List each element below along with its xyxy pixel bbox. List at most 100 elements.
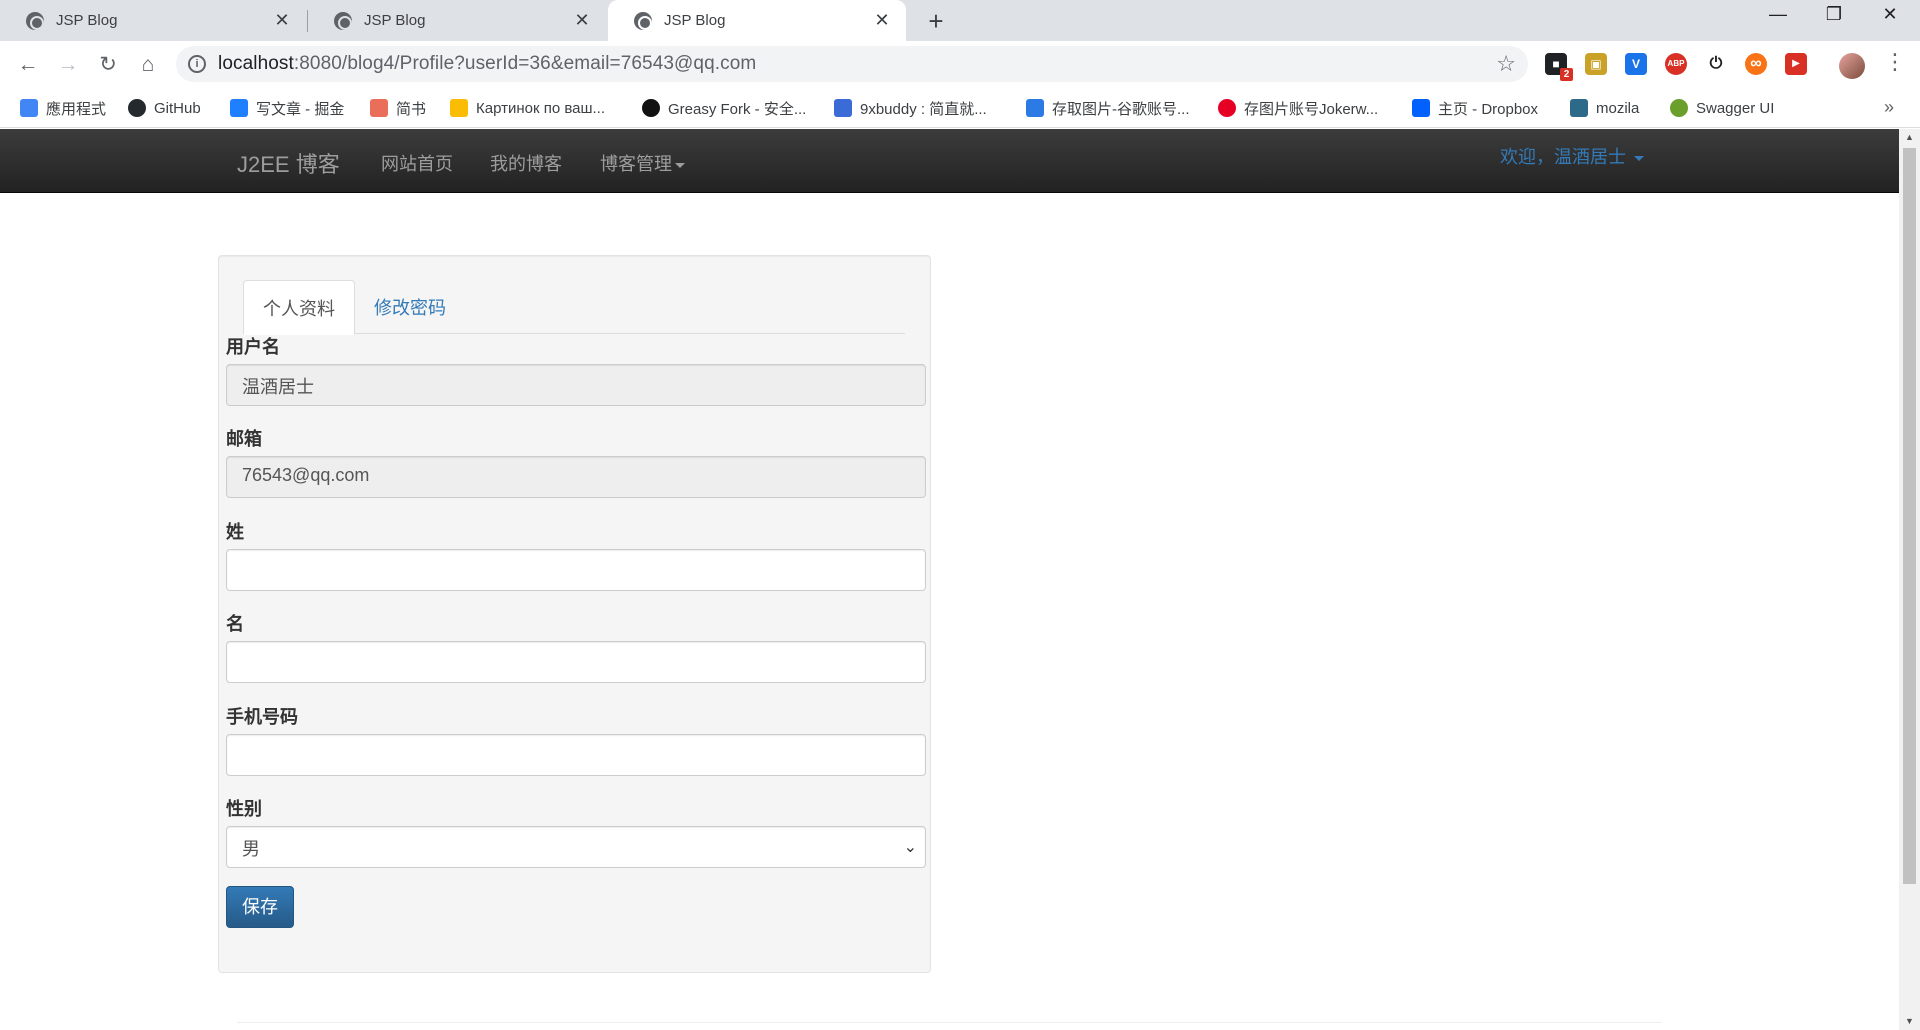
tab-change-password[interactable]: 修改密码 [355,280,465,334]
browser-tab-1[interactable]: JSP Blog ✕ [0,0,306,41]
back-button[interactable]: ← [14,51,42,79]
reload-button[interactable]: ↻ [94,51,122,79]
bookmark-pinterest[interactable]: 存图片账号Jokerw... [1218,88,1378,128]
first-name-label: 名 [226,614,244,634]
email-field[interactable]: 76543@qq.com [226,456,926,498]
restore-button[interactable]: ❐ [1806,4,1862,25]
nav-blog-manage[interactable]: 博客管理 [600,150,685,176]
bookmark-label: mozila [1596,99,1640,117]
github-icon [128,99,146,117]
nav-my-blog[interactable]: 我的博客 [490,150,562,176]
nav-label: 我的博客 [490,154,562,174]
bookmark-label: Greasy Fork - 安全... [668,100,807,118]
username-field[interactable]: 温酒居士 [226,364,926,406]
bookmark-greasyfork[interactable]: Greasy Fork - 安全... [642,88,806,128]
power-icon[interactable]: ⏻ [1705,53,1727,75]
browser-toolbar: ← → ↻ ⌂ i localhost:8080/blog4/Profile?u… [0,41,1920,88]
gender-label: 性别 [226,799,262,819]
browser-tab-2[interactable]: JSP Blog ✕ [308,0,606,41]
globe-icon [634,11,652,30]
image-search-icon [450,99,468,117]
site-navbar: J2EE 博客 网站首页 我的博客 博客管理 欢迎，温酒居士 [0,129,1899,193]
more-bookmarks-icon[interactable]: » [1884,97,1894,118]
bookmark-mozila[interactable]: mozila [1570,88,1639,128]
scroll-thumb[interactable] [1903,148,1916,884]
nav-label: 博客管理 [600,154,672,174]
tab-title: JSP Blog [56,12,118,29]
juejin-icon [230,99,248,117]
user-greeting: 欢迎，温酒居士 [1500,147,1626,167]
caret-down-icon [675,162,685,168]
page-scrollbar[interactable]: ▲ ▼ [1899,129,1920,1030]
user-menu[interactable]: 欢迎，温酒居士 [1500,143,1645,169]
close-tab-icon[interactable]: ✕ [272,10,292,31]
nav-home[interactable]: 网站首页 [381,150,453,176]
swagger-icon [1670,99,1688,117]
bookmark-label: GitHub [154,99,201,117]
bookmark-github[interactable]: GitHub [128,88,201,128]
address-bar[interactable]: i localhost:8080/blog4/Profile?userId=36… [176,46,1528,82]
bookmark-label: 简书 [396,100,427,118]
url-text[interactable]: localhost:8080/blog4/Profile?userId=36&e… [218,53,756,75]
document-icon [834,99,852,117]
tab-strip: JSP Blog ✕ JSP Blog ✕ JSP Blog ✕ + — ❐ ✕ [0,0,1920,41]
globe-icon [26,11,44,30]
bookmark-swagger[interactable]: Swagger UI [1670,88,1774,128]
close-tab-icon[interactable]: ✕ [572,10,592,31]
bookmark-apps[interactable]: 應用程式 [20,88,106,128]
close-window-button[interactable]: ✕ [1862,4,1918,25]
home-button[interactable]: ⌂ [134,51,162,79]
greasyfork-icon [642,99,660,117]
close-tab-icon[interactable]: ✕ [872,10,892,31]
url-path: :8080/blog4/Profile?userId=36&email=7654… [293,53,757,74]
browser-tab-3-active[interactable]: JSP Blog ✕ [608,0,906,41]
globe-icon [334,11,352,30]
caret-down-icon [1634,155,1645,161]
gender-select[interactable]: 男 ⌄ [226,826,926,868]
bookmark-dropbox[interactable]: 主页 - Dropbox [1412,88,1538,128]
tab-profile[interactable]: 个人资料 [243,280,355,335]
forward-button[interactable]: → [54,51,82,79]
last-name-field[interactable] [226,549,926,591]
bookmark-9xbuddy[interactable]: 9xbuddy : 简直就... [834,88,987,128]
chevron-down-icon: ⌄ [903,839,917,856]
bookmark-jianshu[interactable]: 简书 [370,88,426,128]
info-icon[interactable]: i [188,55,206,73]
jianshu-icon [370,99,388,117]
infinity-icon[interactable]: ∞ [1745,53,1767,75]
adblock-icon[interactable]: ABP [1665,53,1687,75]
vimeo-extension-icon[interactable]: V [1625,53,1647,75]
username-label: 用户名 [226,337,280,357]
site-brand[interactable]: J2EE 博客 [237,147,340,179]
image-extension-icon[interactable]: ▣ [1585,53,1607,75]
phone-field[interactable] [226,734,926,776]
bookmark-star-icon[interactable]: ☆ [1496,51,1516,77]
profile-avatar[interactable] [1839,53,1865,79]
save-button[interactable]: 保存 [226,886,294,928]
browser-menu-icon[interactable]: ⋮ [1884,49,1906,75]
first-name-field[interactable] [226,641,926,683]
page-viewport: J2EE 博客 网站首页 我的博客 博客管理 欢迎，温酒居士 个人资料 修改密码… [0,129,1899,1030]
gender-selected-value: 男 [242,839,260,859]
footer-divider [237,1022,1662,1023]
email-label: 邮箱 [226,429,262,449]
ibb-icon [1026,99,1044,117]
profile-tabs: 个人资料 修改密码 [243,280,905,335]
youtube-icon[interactable]: ▶ [1785,53,1807,75]
bookmark-juejin[interactable]: 写文章 - 掘金 [230,88,344,128]
bookmark-ibb[interactable]: 存取图片-谷歌账号... [1026,88,1190,128]
mozila-icon [1570,99,1588,117]
extension-icon[interactable]: ■ 2 [1545,53,1573,81]
pinterest-icon [1218,99,1236,117]
profile-panel: 个人资料 修改密码 用户名 温酒居士 邮箱 76543@qq.com 姓 名 手… [218,255,931,973]
apps-grid-icon [20,99,38,117]
scroll-down-arrow-icon[interactable]: ▼ [1899,1013,1920,1030]
bookmark-kartinok[interactable]: Картинок по ваш... [450,88,605,128]
bookmark-label: 9xbuddy : 简直就... [860,100,987,118]
minimize-button[interactable]: — [1750,4,1806,25]
new-tab-button[interactable]: + [922,6,950,37]
extension-glyph: ■ [1552,57,1560,71]
dropbox-icon [1412,99,1430,117]
scroll-up-arrow-icon[interactable]: ▲ [1899,129,1920,146]
bookmark-label: Картинок по ваш... [476,99,606,117]
